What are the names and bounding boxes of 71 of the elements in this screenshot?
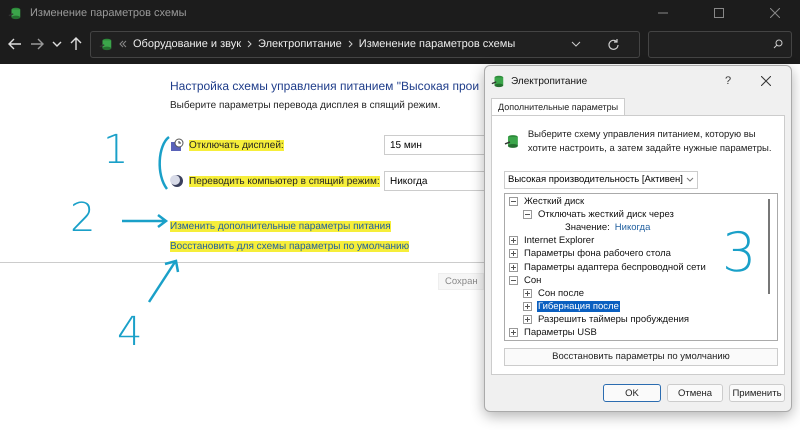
window-title: Изменение параметров схемы xyxy=(30,7,186,19)
expand-icon[interactable] xyxy=(509,262,518,272)
moon-icon xyxy=(170,174,184,188)
breadcrumb-item[interactable]: Электропитание xyxy=(258,38,342,50)
address-bar[interactable]: Оборудование и звук Электропитание Изменение параметров схемы xyxy=(90,30,640,58)
dialog-description: Выберите схему управления питанием, которую вы хотите настроить, а затем задайте нужные параметры. xyxy=(528,128,772,156)
chevron-down-icon[interactable] xyxy=(571,40,581,48)
settings-link[interactable]: Изменить дополнительные параметры питания xyxy=(170,221,391,232)
expand-icon[interactable] xyxy=(509,328,518,338)
collapse-icon[interactable] xyxy=(509,276,518,285)
dialog-button[interactable]: OK xyxy=(603,384,661,402)
collapse-icon[interactable] xyxy=(509,196,518,206)
tree-item[interactable]: Жесткий диск xyxy=(523,196,586,207)
handwritten-number: 2 xyxy=(70,198,96,238)
chevron-down-icon xyxy=(686,176,694,182)
dialog-button[interactable]: Применить xyxy=(729,384,785,402)
refresh-icon[interactable] xyxy=(607,38,619,50)
setting-label: Отключать дисплей: xyxy=(189,140,284,150)
value-label: Значение: xyxy=(565,222,610,233)
close-icon[interactable] xyxy=(761,76,771,86)
chevron-right-icon xyxy=(247,40,252,48)
power-plan-icon xyxy=(491,74,505,88)
setting-dropdown[interactable]: Никогда xyxy=(384,171,484,191)
page-heading: Настройка схемы управления питанием "Высокая прои xyxy=(170,79,480,93)
settings-link[interactable]: Восстановить для схемы параметры по умолчанию xyxy=(170,241,410,252)
restore-defaults-button[interactable]: Восстановить параметры по умолчанию xyxy=(504,348,778,366)
tree-item[interactable]: Параметры адаптера беспроводной сети xyxy=(523,262,707,273)
dialog-button[interactable]: Отмена xyxy=(667,384,723,402)
search-icon xyxy=(773,39,783,49)
value-link[interactable]: Никогда xyxy=(614,222,650,233)
tree-item[interactable]: Параметры USB xyxy=(523,327,598,338)
chevron-down-icon[interactable] xyxy=(52,40,62,48)
collapse-icon[interactable] xyxy=(523,210,532,219)
scrollbar-thumb[interactable] xyxy=(768,198,770,294)
tree-item[interactable]: Сон xyxy=(523,274,542,286)
setting-dropdown[interactable]: 15 мин xyxy=(384,135,484,155)
up-arrow-icon[interactable] xyxy=(70,37,82,51)
tree-item[interactable]: Отключать жесткий диск через xyxy=(537,208,675,220)
tree-item[interactable]: Разрешить таймеры пробуждения xyxy=(537,314,690,326)
expand-icon[interactable] xyxy=(523,288,532,298)
breadcrumb-item[interactable]: Оборудование и звук xyxy=(133,38,242,50)
scheme-dropdown[interactable]: Высокая производительность [Активен] xyxy=(504,170,698,188)
arrow-drawing xyxy=(120,214,170,228)
dialog-title: Электропитание xyxy=(511,76,588,86)
close-icon[interactable] xyxy=(770,8,780,18)
page-subtitle: Выберите параметры перевода дисплея в спящий режим. xyxy=(170,100,442,111)
forward-arrow-icon[interactable] xyxy=(30,38,44,50)
expand-icon[interactable] xyxy=(509,236,518,246)
tree-item[interactable]: Гибернация после xyxy=(537,301,620,312)
back-arrow-icon[interactable] xyxy=(8,38,22,50)
dialog-tab[interactable]: Дополнительные параметры xyxy=(491,98,626,115)
monitor-clock-icon xyxy=(170,138,184,152)
power-plan-icon xyxy=(8,6,22,20)
help-button[interactable]: ? xyxy=(719,75,737,87)
handwritten-number: 4 xyxy=(117,312,142,352)
setting-label: Переводить компьютер в спящий режим: xyxy=(189,176,380,186)
expand-icon[interactable] xyxy=(523,315,532,324)
tree-item[interactable]: Параметры фона рабочего стола xyxy=(523,248,672,260)
expand-icon[interactable] xyxy=(509,249,518,258)
chevron-right-icon xyxy=(348,40,353,48)
power-plan-icon xyxy=(99,37,113,51)
tree-item[interactable]: Сон после xyxy=(537,288,586,299)
maximize-icon[interactable] xyxy=(714,8,724,18)
breadcrumb-item[interactable]: Изменение параметров схемы xyxy=(358,38,516,50)
double-chevron-icon xyxy=(119,40,127,48)
arrow-drawing xyxy=(145,258,181,304)
tree-item[interactable]: Internet Explorer xyxy=(523,235,596,246)
handwritten-number: 3 xyxy=(722,226,756,280)
search-field[interactable] xyxy=(648,30,792,58)
handwritten-number: 1 xyxy=(103,130,128,170)
expand-icon[interactable] xyxy=(523,302,532,312)
